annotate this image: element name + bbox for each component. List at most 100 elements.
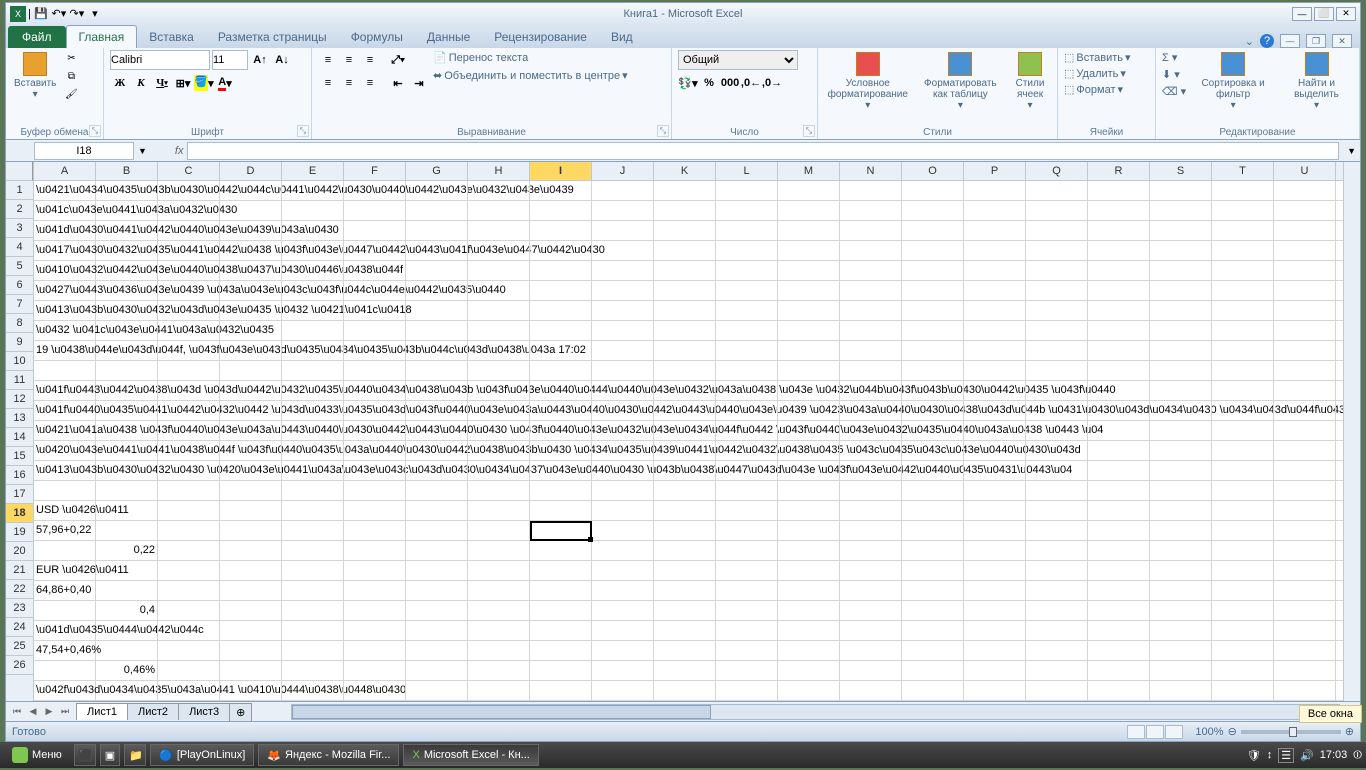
cell[interactable] bbox=[1212, 401, 1274, 420]
cell[interactable] bbox=[778, 341, 840, 360]
cell[interactable] bbox=[158, 341, 220, 360]
cell[interactable] bbox=[840, 481, 902, 500]
cell[interactable] bbox=[1150, 181, 1212, 200]
cell[interactable] bbox=[592, 461, 654, 480]
cell[interactable] bbox=[530, 281, 592, 300]
cell[interactable] bbox=[406, 621, 468, 640]
cell[interactable] bbox=[282, 681, 344, 700]
cell[interactable] bbox=[406, 661, 468, 680]
cell[interactable] bbox=[158, 641, 220, 660]
sheet-nav-first-icon[interactable]: ⏮ bbox=[10, 706, 24, 717]
cell[interactable] bbox=[1088, 221, 1150, 240]
row-header-23[interactable]: 23 bbox=[6, 599, 33, 618]
cell[interactable] bbox=[1088, 181, 1150, 200]
new-sheet-button[interactable]: ⊕ bbox=[229, 703, 252, 721]
cell[interactable] bbox=[158, 381, 220, 400]
cell[interactable] bbox=[344, 681, 406, 700]
cell[interactable] bbox=[96, 241, 158, 260]
col-header-M[interactable]: M bbox=[778, 162, 840, 180]
tray-user-icon[interactable]: ⏼ bbox=[1353, 749, 1362, 762]
cell[interactable] bbox=[220, 281, 282, 300]
cell[interactable] bbox=[1212, 381, 1274, 400]
cell[interactable] bbox=[1274, 521, 1336, 540]
cell[interactable] bbox=[530, 561, 592, 580]
cell[interactable] bbox=[840, 601, 902, 620]
cell[interactable] bbox=[1150, 381, 1212, 400]
cell[interactable] bbox=[282, 181, 344, 200]
cell[interactable] bbox=[1274, 561, 1336, 580]
tab-insert[interactable]: Вставка bbox=[137, 26, 206, 48]
cell[interactable] bbox=[220, 341, 282, 360]
cell[interactable] bbox=[778, 301, 840, 320]
cell[interactable] bbox=[716, 661, 778, 680]
cell[interactable] bbox=[1026, 221, 1088, 240]
row-header-13[interactable]: 13 bbox=[6, 409, 33, 428]
cell[interactable] bbox=[1088, 621, 1150, 640]
col-header-I[interactable]: I bbox=[530, 162, 592, 180]
paste-button[interactable]: Вставить▾ bbox=[12, 50, 58, 102]
cell[interactable]: \u041d\u0435\u0444\u0442\u044c bbox=[34, 621, 96, 640]
tray-shield-icon[interactable]: 🛡 bbox=[1247, 749, 1261, 762]
cell[interactable] bbox=[468, 381, 530, 400]
cell[interactable] bbox=[220, 301, 282, 320]
cell[interactable] bbox=[468, 501, 530, 520]
cell[interactable] bbox=[778, 661, 840, 680]
cell[interactable] bbox=[1088, 401, 1150, 420]
cell[interactable] bbox=[592, 621, 654, 640]
cell[interactable] bbox=[96, 461, 158, 480]
name-box-dropdown-icon[interactable]: ▼ bbox=[134, 146, 151, 156]
cell[interactable] bbox=[344, 341, 406, 360]
cell[interactable] bbox=[1088, 501, 1150, 520]
cell[interactable] bbox=[406, 221, 468, 240]
cell[interactable] bbox=[902, 241, 964, 260]
row-header-21[interactable]: 21 bbox=[6, 561, 33, 580]
cell[interactable] bbox=[406, 441, 468, 460]
cell[interactable] bbox=[96, 681, 158, 700]
cell[interactable] bbox=[158, 521, 220, 540]
fx-icon[interactable]: fx bbox=[175, 145, 184, 157]
cell[interactable] bbox=[530, 361, 592, 380]
cell[interactable] bbox=[96, 401, 158, 420]
cell[interactable] bbox=[778, 461, 840, 480]
cell[interactable] bbox=[96, 641, 158, 660]
align-center-icon[interactable]: ≡ bbox=[339, 73, 359, 93]
comma-icon[interactable]: 000 bbox=[720, 73, 740, 93]
cell[interactable] bbox=[592, 601, 654, 620]
cell[interactable] bbox=[654, 361, 716, 380]
tab-review[interactable]: Рецензирование bbox=[482, 26, 599, 48]
cell[interactable] bbox=[220, 481, 282, 500]
cell[interactable] bbox=[1150, 561, 1212, 580]
col-header-C[interactable]: C bbox=[158, 162, 220, 180]
cell[interactable] bbox=[220, 561, 282, 580]
cell[interactable] bbox=[96, 181, 158, 200]
cell[interactable] bbox=[406, 501, 468, 520]
cell[interactable] bbox=[778, 581, 840, 600]
cell[interactable] bbox=[592, 541, 654, 560]
cell[interactable] bbox=[902, 301, 964, 320]
cell[interactable] bbox=[220, 601, 282, 620]
cell[interactable] bbox=[344, 201, 406, 220]
cell[interactable] bbox=[716, 561, 778, 580]
cell[interactable] bbox=[592, 641, 654, 660]
maximize-button[interactable]: ⬜ bbox=[1314, 7, 1334, 21]
cell[interactable] bbox=[902, 521, 964, 540]
cell[interactable] bbox=[158, 241, 220, 260]
cell[interactable] bbox=[902, 181, 964, 200]
cell[interactable]: \u0427\u0443\u0436\u043e\u0439 \u043a\u0… bbox=[34, 281, 96, 300]
row-header-17[interactable]: 17 bbox=[6, 485, 33, 504]
cell[interactable] bbox=[654, 461, 716, 480]
cell[interactable] bbox=[592, 681, 654, 700]
col-header-U[interactable]: U bbox=[1274, 162, 1336, 180]
cell[interactable] bbox=[1274, 321, 1336, 340]
cell[interactable] bbox=[716, 321, 778, 340]
cell[interactable] bbox=[34, 541, 96, 560]
cell[interactable] bbox=[1026, 261, 1088, 280]
cell[interactable] bbox=[468, 181, 530, 200]
cell[interactable] bbox=[344, 441, 406, 460]
cell[interactable] bbox=[902, 281, 964, 300]
cell[interactable] bbox=[406, 401, 468, 420]
cell[interactable]: \u0413\u043b\u0430\u0432\u043d\u043e\u04… bbox=[34, 301, 96, 320]
cell[interactable] bbox=[1088, 301, 1150, 320]
cell[interactable] bbox=[344, 381, 406, 400]
col-header-B[interactable]: B bbox=[96, 162, 158, 180]
